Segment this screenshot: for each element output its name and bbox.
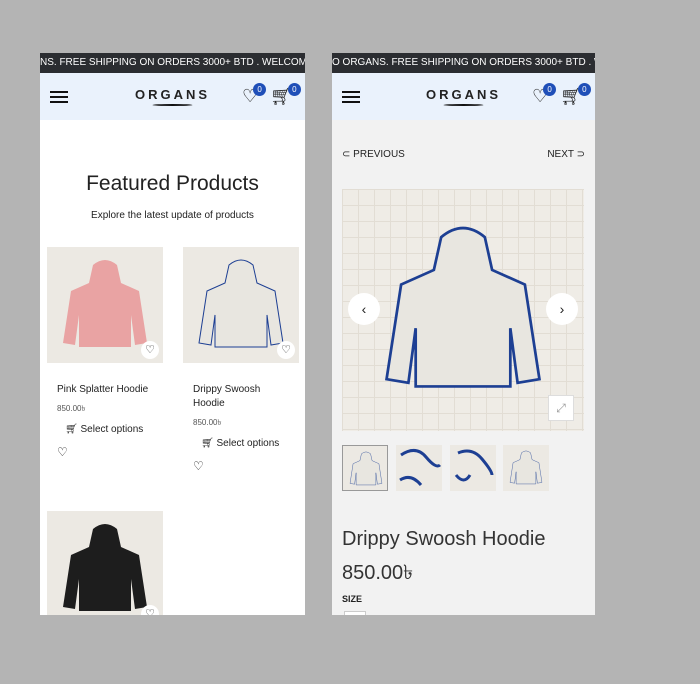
announcement-bar: O ORGANS. FREE SHIPPING ON ORDERS 3000+ … [332,53,595,73]
product-price: 850.00৳ [342,562,414,584]
product-card: ♡ Pink Splatter Hoodie 850.00৳ 🛒︎ Select… [47,247,163,459]
expand-icon[interactable]: ⤢ [548,395,574,421]
previous-product-link[interactable]: ⊂ PREVIOUS [342,149,405,160]
wishlist-count: 0 [543,83,557,96]
logo[interactable]: ORGANS [426,87,501,106]
chevron-right-icon: ⊃ [573,149,585,160]
site-header: ORGANS ♡ 0 🛒︎ 0 [40,73,305,120]
wishlist-icon[interactable]: ♡ 0 [242,83,267,105]
section-title: Featured Products [86,172,259,195]
mobile-home-screen: NS. FREE SHIPPING ON ORDERS 3000+ BTD . … [40,53,305,615]
product-image[interactable]: ♡ [183,247,299,363]
gallery-thumbnail[interactable] [503,445,549,491]
announcement-bar: NS. FREE SHIPPING ON ORDERS 3000+ BTD . … [40,53,305,73]
wishlist-heart-icon[interactable]: ♡ [277,341,295,359]
product-name[interactable]: Pink Splatter Hoodie [57,383,163,397]
product-gallery: ‹ › ⤢ [342,189,584,431]
mobile-product-screen: O ORGANS. FREE SHIPPING ON ORDERS 3000+ … [332,53,595,615]
logo[interactable]: ORGANS [135,87,210,106]
cart-count: 0 [577,83,591,96]
cart-icon[interactable]: 🛒︎ 0 [270,83,301,105]
product-name[interactable]: Drippy Swoosh Hoodie [193,383,283,411]
product-card: ♡ [47,511,163,615]
gallery-next-arrow[interactable]: › [546,293,578,325]
heart-icon[interactable]: ♡ [193,459,299,473]
product-price: 850.00৳ [193,418,222,427]
menu-icon[interactable] [342,91,360,103]
previous-label: PREVIOUS [353,149,405,160]
wishlist-icon[interactable]: ♡ 0 [532,83,557,105]
size-label: SIZE [342,594,363,604]
select-options-button[interactable]: 🛒︎ Select options [201,438,299,449]
product-price: 850.00৳ [57,404,86,413]
menu-icon[interactable] [50,91,68,103]
product-image[interactable]: ♡ [47,511,163,615]
gallery-thumbnail[interactable] [396,445,442,491]
section-subtitle: Explore the latest update of products [91,210,254,221]
heart-icon[interactable]: ♡ [57,445,163,459]
next-product-link[interactable]: NEXT ⊃ [547,149,585,160]
chevron-left-icon: ⊂ [342,149,354,160]
product-image[interactable]: ♡ [47,247,163,363]
product-title: Drippy Swoosh Hoodie [342,528,546,550]
cart-icon: 🛒︎ [201,438,217,449]
wishlist-count: 0 [253,83,267,96]
wishlist-heart-icon[interactable]: ♡ [141,341,159,359]
cart-count: 0 [287,83,301,96]
size-option[interactable] [344,611,366,615]
site-header: ORGANS ♡ 0 🛒︎ 0 [332,73,595,120]
cart-icon: 🛒︎ [65,424,81,435]
select-options-label: Select options [216,438,280,449]
product-card: ♡ Drippy Swoosh Hoodie 850.00৳ 🛒︎ Select… [183,247,299,473]
gallery-thumbnail[interactable] [450,445,496,491]
select-options-button[interactable]: 🛒︎ Select options [65,424,163,435]
cart-icon[interactable]: 🛒︎ 0 [560,83,591,105]
gallery-thumbnail[interactable] [342,445,388,491]
next-label: NEXT [547,149,574,160]
select-options-label: Select options [80,424,144,435]
gallery-prev-arrow[interactable]: ‹ [348,293,380,325]
